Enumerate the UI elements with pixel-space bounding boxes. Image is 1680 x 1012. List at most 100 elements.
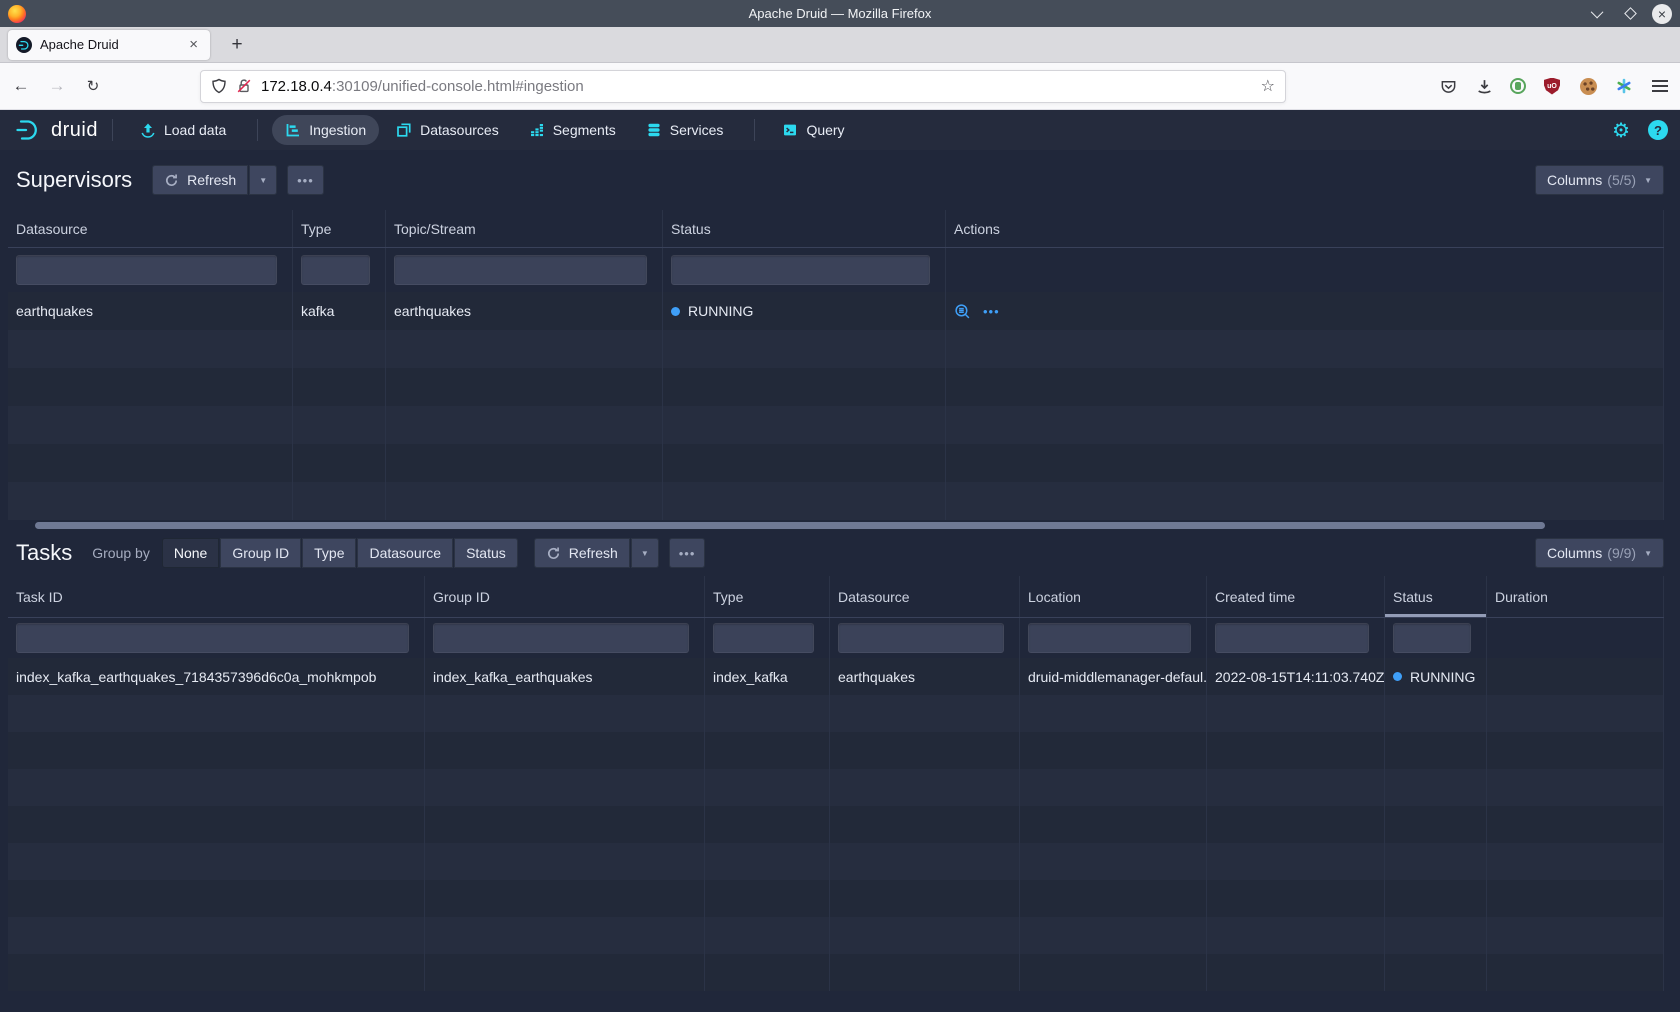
diamond-icon: [1624, 7, 1637, 20]
header-type[interactable]: Type: [705, 576, 830, 617]
tasks-table-body: index_kafka_earthquakes_7184357396d6c0a_…: [8, 618, 1664, 1012]
supervisors-refresh-label: Refresh: [187, 172, 236, 188]
task-row[interactable]: index_kafka_earthquakes_7184357396d6c0a_…: [8, 658, 1664, 695]
cell-topic-stream: earthquakes: [386, 292, 663, 330]
pocket-icon[interactable]: [1438, 76, 1458, 96]
nav-segments[interactable]: Segments: [516, 115, 629, 145]
nav-datasources[interactable]: Datasources: [383, 115, 512, 145]
reload-button[interactable]: ↻: [78, 71, 108, 101]
chevron-down-icon: ▼: [1644, 549, 1652, 558]
cell-datasource: earthquakes: [830, 658, 1020, 695]
back-button[interactable]: ←: [6, 71, 36, 101]
window-maximize-button[interactable]: [1620, 4, 1640, 24]
nav-ingestion[interactable]: Ingestion: [272, 115, 379, 145]
tracking-shield-icon[interactable]: [211, 78, 227, 94]
toolbar-extensions: uO: [1438, 76, 1680, 96]
nav-services[interactable]: Services: [633, 115, 737, 145]
nav-query[interactable]: Query: [769, 115, 857, 145]
supervisors-refresh-button[interactable]: Refresh: [152, 165, 248, 195]
filter-status-input[interactable]: [1393, 623, 1471, 653]
filter-created-time-input[interactable]: [1215, 623, 1369, 653]
group-by-segmented-control: None Group ID Type Datasource Status: [162, 538, 518, 568]
tasks-more-button[interactable]: •••: [669, 538, 706, 568]
tasks-columns-button[interactable]: Columns (9/9) ▼: [1535, 538, 1664, 568]
empty-row: [8, 695, 1664, 732]
filter-task-id-input[interactable]: [16, 623, 409, 653]
settings-gear-icon[interactable]: ⚙: [1612, 118, 1630, 143]
nav-load-data-label: Load data: [164, 122, 226, 138]
menu-icon[interactable]: [1650, 76, 1670, 96]
supervisors-columns-button[interactable]: Columns (5/5) ▼: [1535, 165, 1664, 195]
tasks-refresh-button[interactable]: Refresh: [534, 538, 630, 568]
nav-query-label: Query: [806, 122, 844, 138]
datasources-icon: [396, 122, 412, 138]
druid-logo-icon: [14, 117, 44, 143]
ublock-origin-icon[interactable]: uO: [1542, 76, 1562, 96]
tasks-table-header: Task ID Group ID Type Datasource Locatio…: [8, 576, 1664, 618]
cell-status: RUNNING: [663, 292, 946, 330]
supervisors-table: Datasource Type Topic/Stream Status Acti…: [8, 210, 1664, 520]
filter-status-input[interactable]: [671, 255, 930, 285]
new-tab-button[interactable]: +: [224, 32, 250, 58]
help-icon[interactable]: ?: [1648, 120, 1668, 140]
insecure-lock-icon[interactable]: [236, 78, 252, 94]
group-by-type-button[interactable]: Type: [302, 538, 356, 568]
window-controls: ×: [1588, 4, 1680, 24]
extension-green-icon[interactable]: [1510, 78, 1526, 94]
magnify-details-icon[interactable]: [954, 303, 971, 320]
nav-load-data[interactable]: Load data: [127, 115, 239, 145]
header-status-sorted[interactable]: Status: [1385, 576, 1487, 617]
druid-brand[interactable]: druid: [14, 117, 98, 143]
filter-type-input[interactable]: [301, 255, 370, 285]
downloads-icon[interactable]: [1474, 76, 1494, 96]
header-duration[interactable]: Duration: [1487, 576, 1664, 617]
load-data-icon: [140, 122, 156, 138]
window-minimize-button[interactable]: [1588, 4, 1608, 24]
tab-apache-druid[interactable]: Apache Druid ×: [8, 30, 210, 60]
supervisors-more-button[interactable]: •••: [287, 165, 324, 195]
bookmark-star-icon[interactable]: ☆: [1261, 76, 1275, 96]
group-by-datasource-button[interactable]: Datasource: [357, 538, 453, 568]
horizontal-scrollbar-thumb[interactable]: [35, 522, 1545, 529]
header-topic-stream[interactable]: Topic/Stream: [386, 210, 663, 247]
url-bar[interactable]: 172.18.0.4:30109/unified-console.html#in…: [200, 70, 1286, 103]
group-by-none-button[interactable]: None: [162, 538, 219, 568]
filter-location-input[interactable]: [1028, 623, 1191, 653]
cell-type: index_kafka: [705, 658, 830, 695]
empty-row: [8, 732, 1664, 769]
filter-group-id-input[interactable]: [433, 623, 689, 653]
tasks-refresh-dropdown[interactable]: ▼: [631, 538, 659, 568]
cell-location: druid-middlemanager-defaul...: [1020, 658, 1207, 695]
header-group-id[interactable]: Group ID: [425, 576, 705, 617]
filter-datasource-input[interactable]: [838, 623, 1004, 653]
filter-topic-stream-input[interactable]: [394, 255, 647, 285]
header-datasource[interactable]: Datasource: [830, 576, 1020, 617]
horizontal-scrollbar: [8, 520, 1672, 530]
url-path: :30109/unified-console.html#ingestion: [332, 78, 584, 95]
cookie-extension-icon[interactable]: [1578, 76, 1598, 96]
window-titlebar: Apache Druid — Mozilla Firefox ×: [0, 0, 1680, 27]
supervisors-refresh-dropdown[interactable]: ▼: [249, 165, 277, 195]
header-location[interactable]: Location: [1020, 576, 1207, 617]
header-created-time[interactable]: Created time: [1207, 576, 1385, 617]
cell-status: RUNNING: [1385, 658, 1487, 695]
header-datasource[interactable]: Datasource: [8, 210, 293, 247]
tab-close-button[interactable]: ×: [185, 36, 202, 53]
window-close-button[interactable]: ×: [1652, 4, 1672, 24]
status-text: RUNNING: [688, 303, 753, 319]
asterisk-extension-icon[interactable]: [1614, 76, 1634, 96]
filter-datasource-input[interactable]: [16, 255, 277, 285]
supervisor-row[interactable]: earthquakes kafka earthquakes RUNNING ••…: [8, 292, 1664, 330]
header-task-id[interactable]: Task ID: [8, 576, 425, 617]
header-status[interactable]: Status: [663, 210, 946, 247]
row-more-icon[interactable]: •••: [983, 304, 1000, 319]
header-type[interactable]: Type: [293, 210, 386, 247]
group-by-status-button[interactable]: Status: [454, 538, 518, 568]
group-by-group-id-button[interactable]: Group ID: [220, 538, 301, 568]
nav-divider: [257, 119, 258, 141]
filter-type-input[interactable]: [713, 623, 814, 653]
url-input[interactable]: 172.18.0.4:30109/unified-console.html#in…: [261, 78, 1253, 95]
forward-button[interactable]: →: [42, 71, 72, 101]
empty-row: [8, 880, 1664, 917]
supervisors-table-header: Datasource Type Topic/Stream Status Acti…: [8, 210, 1664, 248]
